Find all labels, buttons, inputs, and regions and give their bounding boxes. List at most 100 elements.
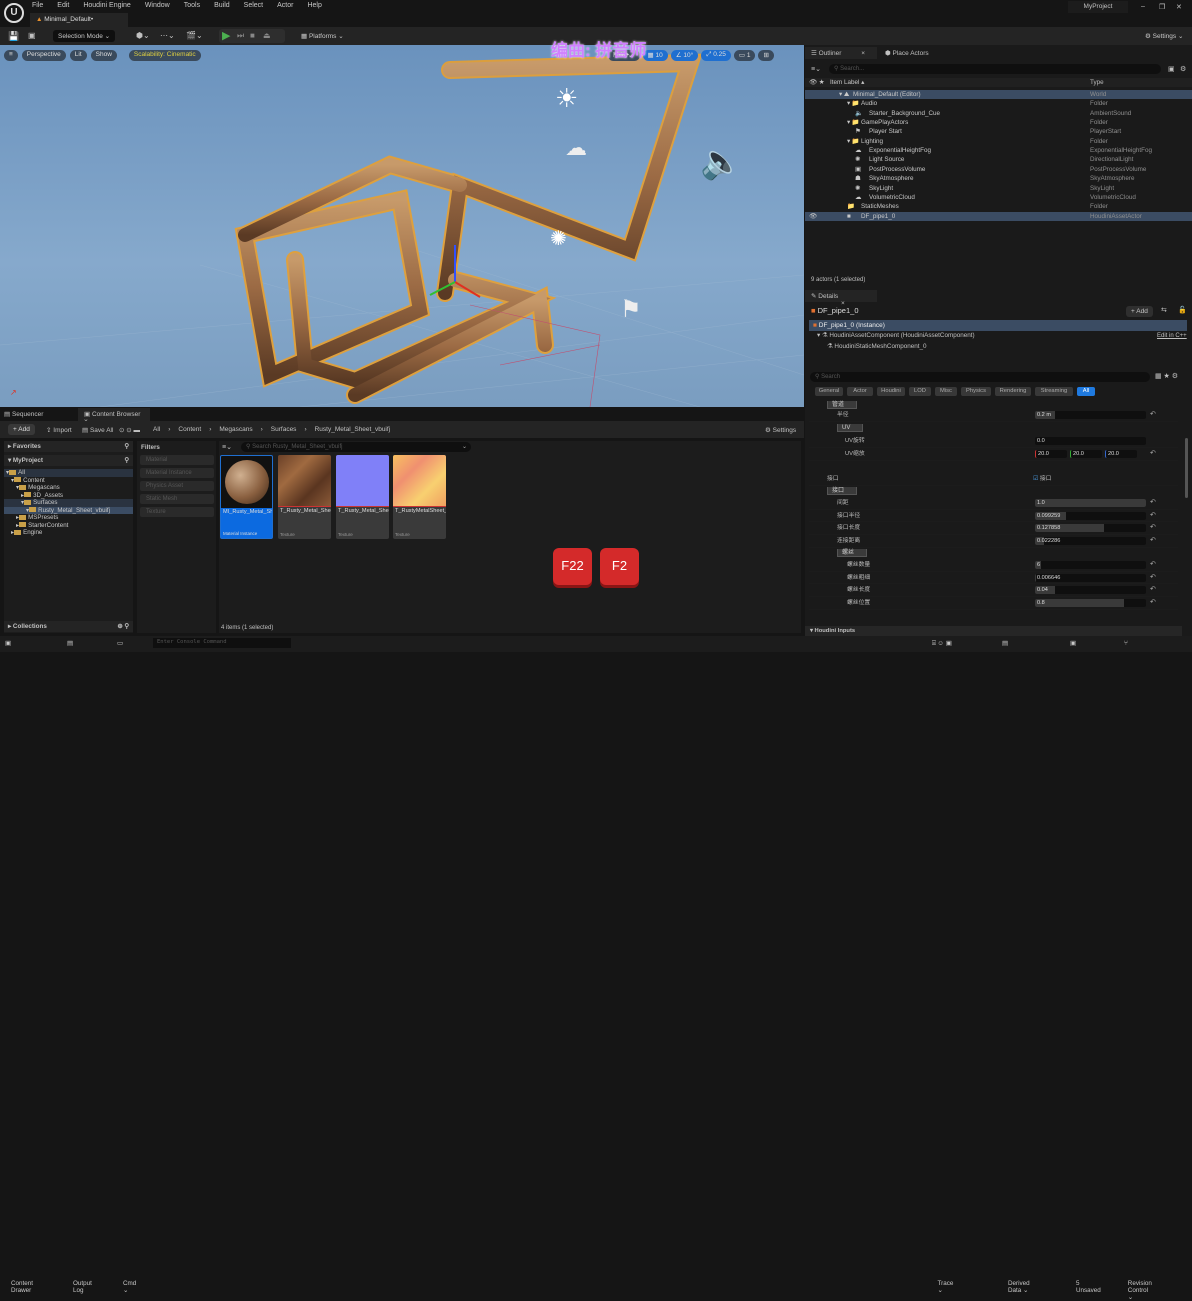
play-icon[interactable]: ▶ (222, 29, 230, 42)
folder-tree-item[interactable]: ▾ Content (4, 477, 133, 485)
save-all-button[interactable]: ▤ Save All (82, 426, 113, 434)
filter-item[interactable]: Physics Asset (140, 481, 214, 491)
stop-icon[interactable]: ■ (250, 31, 255, 40)
close-button[interactable]: ✕ (1176, 3, 1182, 11)
cb-settings-button[interactable]: ⚙ Settings (765, 426, 796, 434)
add-component-button[interactable]: + Add (1126, 306, 1153, 317)
details-scrollbar[interactable] (1185, 438, 1188, 498)
project-section[interactable]: ▾ MyProject ⚲ (4, 455, 133, 466)
folder-tree-item[interactable]: ▸ 3D_Assets (4, 492, 133, 500)
details-tab[interactable]: ✎ Details × (805, 290, 877, 307)
uv-scale-x[interactable]: 20.0 (1035, 450, 1067, 458)
asset-tile[interactable]: T_RustyMetalSheet_vbuifj_2K_ORDpTexture (393, 455, 446, 539)
filter-tab-misc[interactable]: Misc (935, 387, 957, 396)
reset-icon[interactable]: ↶ (1150, 522, 1156, 535)
show-button[interactable]: Show (90, 50, 117, 61)
reset-icon[interactable]: ↶ (1150, 497, 1156, 510)
menu-item[interactable]: Edit (57, 2, 69, 9)
folder-tree-item[interactable]: ▾ Rusty_Metal_Sheet_vbuifj (4, 506, 133, 514)
place-actors-tab[interactable]: ⬢ Place Actors (885, 49, 929, 57)
uv-scale-z[interactable]: 20.0 (1105, 450, 1137, 458)
outliner-row[interactable]: ☗ SkyAtmosphere SkyAtmosphere (805, 174, 1192, 183)
value-field[interactable]: 6 (1035, 561, 1146, 569)
maximize-button[interactable]: ❐ (1159, 3, 1165, 11)
reset-icon[interactable]: ↶ (1150, 584, 1156, 597)
trace-button[interactable]: ⌸ Trace ⌄ ☺ ▣ (932, 640, 953, 1294)
folder-tree-item[interactable]: ▸ StarterContent (4, 522, 133, 530)
import-button[interactable]: ⇪ Import (46, 426, 72, 434)
uv-scale-y[interactable]: 20.0 (1070, 450, 1102, 458)
outliner-row[interactable]: ✺ Light Source DirectionalLight (805, 155, 1192, 164)
outliner-row[interactable]: 🔈 Starter_Background_Cue AmbientSound (805, 109, 1192, 118)
outliner-row[interactable]: 📁 StaticMeshes Folder (805, 202, 1192, 211)
group-pipe[interactable]: 管道 (827, 401, 857, 409)
outliner-filter-icon[interactable]: ≡⌄ (811, 65, 821, 73)
menu-item[interactable]: Select (244, 2, 263, 9)
revision-control-button[interactable]: ⑂ Revision Control ⌄ (1124, 640, 1152, 1301)
filter-item[interactable]: Texture (140, 507, 214, 517)
lock-icon[interactable]: 🔓 (1178, 306, 1187, 314)
unreal-logo[interactable]: U (4, 3, 24, 23)
asset-tile[interactable]: MI_Rusty_Metal_Sheet_vbuifj_2KMaterial I… (220, 455, 273, 539)
folder-tree-item[interactable]: ▸ MSPresets (4, 514, 133, 522)
outliner-row[interactable]: ▾ 📁 GamePlayActors Folder (805, 118, 1192, 127)
level-tab[interactable]: ▲ Minimal_Default• (30, 13, 128, 27)
filter-tab-houdini[interactable]: Houdini (877, 387, 905, 396)
reset-icon[interactable]: ↶ (1150, 572, 1156, 585)
value-field[interactable]: 0.099259 (1035, 511, 1146, 520)
outliner-row[interactable]: ▣ PostProcessVolume PostProcessVolume (805, 165, 1192, 174)
rotation-snap-button[interactable]: ∠ 10° (670, 50, 699, 61)
camera-speed-button[interactable]: ▭ 1 (733, 50, 756, 61)
group-joint[interactable]: 接口 (827, 487, 857, 495)
value-field[interactable]: 0.006646 (1035, 573, 1146, 582)
asset-tile[interactable]: T_Rusty_Metal_Sheet_vbuifj_2K_NTexture (336, 455, 389, 539)
breadcrumb-item[interactable]: Content (178, 426, 201, 433)
menu-item[interactable]: Help (307, 2, 321, 9)
content-drawer-button[interactable]: ▣ Content Drawer (5, 640, 33, 1294)
unsaved-button[interactable]: ▣ 5 Unsaved (1070, 640, 1101, 1294)
value-field[interactable]: 0.8 (1035, 599, 1146, 608)
breadcrumb-item[interactable]: Megascans (219, 426, 252, 433)
edit-in-cpp-link[interactable]: Edit in C++ (1157, 333, 1187, 339)
value-field[interactable]: 1.0 (1035, 499, 1146, 507)
outliner-row[interactable]: ▾ ⛰ Minimal_Default (Editor) World (805, 90, 1192, 100)
cinematics-icon[interactable]: 🎬⌄ (186, 31, 203, 40)
filter-tab-rendering[interactable]: Rendering (995, 387, 1031, 396)
favorites-section[interactable]: ▸ Favorites ⚲ (4, 441, 133, 452)
table-view-icon[interactable]: ▦ ★ ⚙ (1155, 372, 1178, 380)
modes-icon[interactable]: ⋯⌄ (160, 31, 175, 40)
asset-search[interactable]: ⚲ Search Rusty_Metal_Sheet_vbuifj ⌄ (241, 442, 471, 452)
outliner-row[interactable]: ☁ VolumetricCloud VolumetricCloud (805, 193, 1192, 202)
filter-item[interactable]: Material (140, 455, 214, 465)
filter-tab-lod[interactable]: LOD (909, 387, 931, 396)
details-search[interactable]: ⚲ Search (810, 372, 1150, 382)
scalability-badge[interactable]: Scalability: Cinematic (128, 50, 201, 61)
menu-item[interactable]: Houdini Engine (83, 2, 130, 9)
cmd-dropdown[interactable]: ▭ Cmd ⌄ (117, 640, 136, 1294)
console-input[interactable]: Enter Console Command (153, 638, 291, 648)
outliner-search[interactable]: ⚲ Search... (829, 64, 1161, 74)
history-buttons[interactable]: ⊙ ⊙ ▬ (119, 426, 140, 434)
scale-snap-button[interactable]: ⤢ 0.25 (701, 50, 731, 61)
menu-item[interactable]: Window (145, 2, 170, 9)
output-log-button[interactable]: ▤ Output Log (67, 640, 92, 1294)
outliner-row[interactable]: 👁 ■ DF_pipe1_0 HoudiniAssetActor (805, 211, 1192, 221)
derived-data-button[interactable]: ▤ Derived Data ⌄ (1002, 640, 1030, 1294)
outliner-row[interactable]: ⚑ Player Start PlayerStart (805, 127, 1192, 136)
platforms-dropdown[interactable]: ▦ Platforms ⌄ (296, 30, 349, 42)
filter-tab-actor[interactable]: Actor (847, 387, 873, 396)
layout-button[interactable]: ⊞ (758, 50, 774, 61)
filter-tab-all[interactable]: All (1077, 387, 1095, 396)
outliner-row[interactable]: ✺ SkyLight SkyLight (805, 184, 1192, 193)
menu-item[interactable]: Build (214, 2, 230, 9)
folder-tree-item[interactable]: ▾ Surfaces (4, 499, 133, 507)
group-screw[interactable]: 螺丝 (837, 549, 867, 557)
reset-icon[interactable]: ↶ (1150, 448, 1156, 461)
group-uv[interactable]: UV (837, 424, 863, 432)
reset-icon[interactable]: ↶ (1150, 597, 1156, 610)
houdini-asset-component[interactable]: ▾ ⚗ HoudiniAssetComponent (HoudiniAssetC… (817, 332, 975, 339)
minimize-button[interactable]: – (1141, 3, 1145, 10)
add-folder-icon[interactable]: ▣ (1168, 65, 1175, 73)
folder-tree-item[interactable]: ▸ Engine (4, 529, 133, 537)
menu-item[interactable]: Actor (277, 2, 293, 9)
